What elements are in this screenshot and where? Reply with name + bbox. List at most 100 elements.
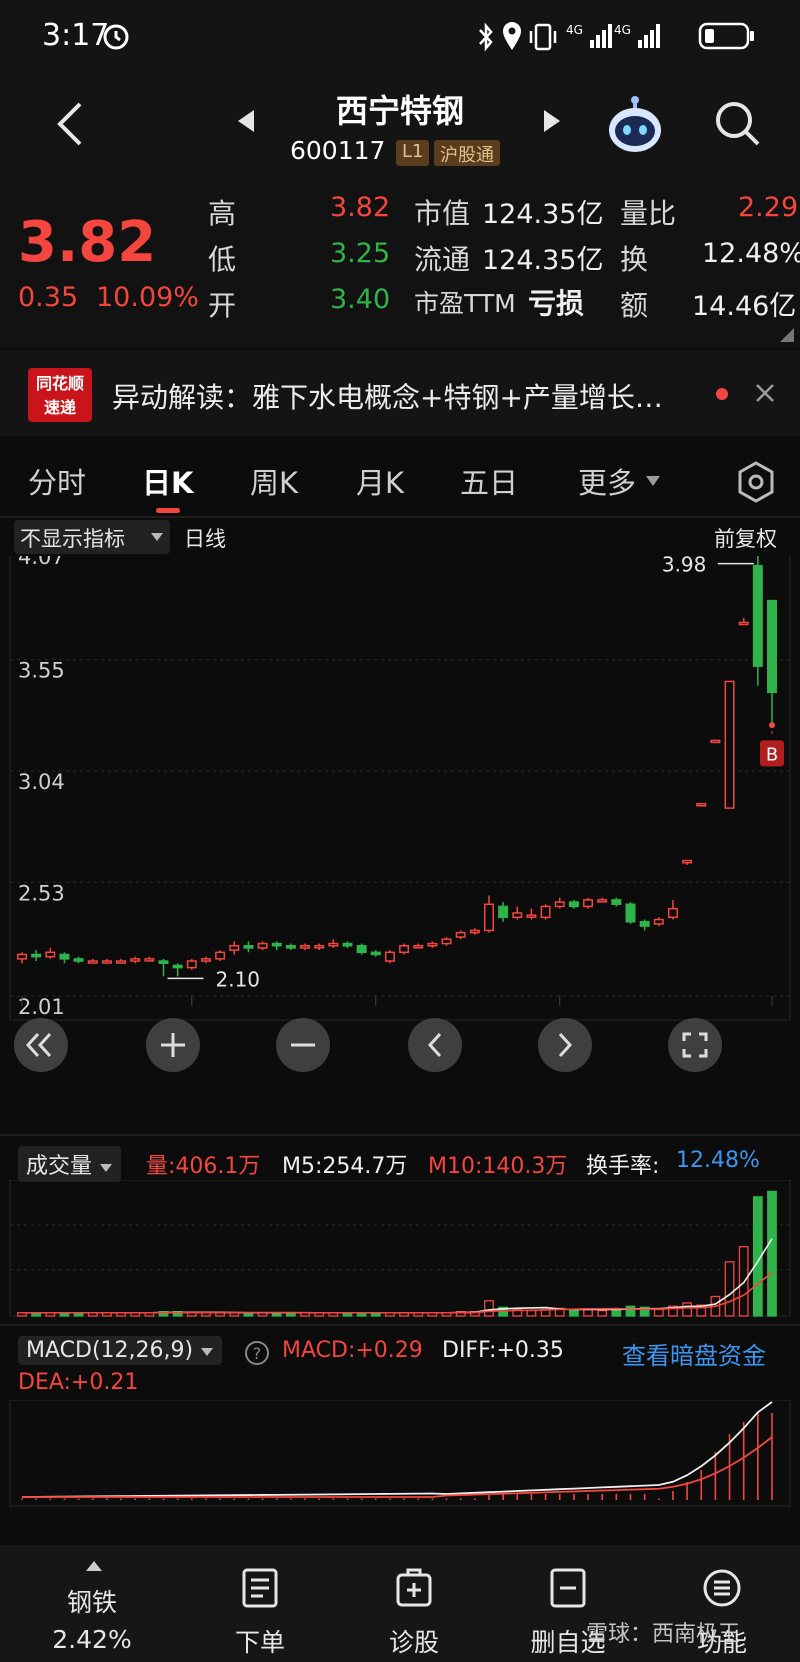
zoom-in-button[interactable] — [146, 1018, 200, 1072]
indicator-select-label: 不显示指标 — [20, 527, 125, 551]
adjust-label[interactable]: 前复权 — [714, 523, 777, 553]
buy-dot — [769, 722, 775, 729]
candle-body — [158, 960, 169, 964]
amount-value: 14.46亿 — [692, 291, 797, 322]
y-tick-label: 3.55 — [18, 659, 65, 683]
candle-body — [540, 905, 551, 919]
open-label: 开 — [208, 289, 237, 322]
news-text[interactable]: 异动解读：雅下水电概念+特钢+产量增长… — [112, 376, 712, 416]
candle-body — [710, 739, 721, 744]
volume-bar — [484, 1300, 494, 1317]
candle-body — [243, 945, 254, 949]
price-change: 0.35 — [18, 282, 79, 313]
news-banner[interactable]: 同花顺 速递 异动解读：雅下水电概念+特钢+产量增长… — [0, 350, 800, 436]
candle-body — [73, 958, 84, 962]
candle-body — [413, 945, 424, 949]
dark-pool-link[interactable]: 查看暗盘资金 — [622, 1336, 766, 1371]
nav-order[interactable]: 下单 — [180, 1547, 340, 1662]
nav-order-label: 下单 — [234, 1628, 285, 1657]
pe-value: 亏损 — [528, 287, 585, 320]
fullscreen-button[interactable] — [668, 1018, 722, 1072]
price-change-pct: 10.09% — [96, 282, 199, 313]
tab-more[interactable]: 更多 — [578, 460, 636, 502]
period-label: 日线 — [184, 527, 226, 551]
search-icon[interactable] — [712, 98, 764, 150]
tab-five-day[interactable]: 五日 — [460, 460, 518, 502]
candle-body — [300, 945, 311, 949]
stock-name: 西宁特钢 — [335, 92, 464, 130]
stock-code: 600117 — [290, 136, 386, 165]
chevron-down-icon — [201, 1348, 214, 1356]
news-logo: 同花顺 速递 — [28, 368, 92, 422]
chevron-down-icon — [646, 476, 660, 486]
tab-intraday[interactable]: 分时 — [28, 460, 86, 502]
candle-body — [45, 951, 56, 958]
volume-bar — [597, 1309, 608, 1317]
close-icon[interactable] — [754, 382, 776, 404]
tab-daily-k[interactable]: 日K — [142, 460, 193, 502]
volume-select-label: 成交量 — [26, 1154, 93, 1179]
settings-icon[interactable] — [734, 460, 778, 504]
diff-value: DIFF:+0.35 — [442, 1338, 564, 1363]
volume-bar — [767, 1190, 777, 1317]
volume-bar — [625, 1305, 636, 1317]
x-tick-label: 07-10 — [529, 1075, 590, 1076]
help-icon[interactable]: ? — [244, 1340, 270, 1366]
low-label: 低 — [208, 243, 237, 276]
unread-dot — [716, 388, 728, 400]
y-tick-label: 2.01 — [18, 995, 65, 1019]
diff-line — [21, 1401, 773, 1498]
mktcap-label: 市值 — [414, 197, 471, 230]
zoom-out-button[interactable] — [276, 1018, 330, 1072]
vol-ratio-label: 量比 — [620, 197, 677, 230]
scroll-left-far-button[interactable] — [14, 1018, 68, 1072]
level-tag: L1 — [396, 140, 430, 166]
candle-body — [554, 901, 565, 908]
macd-indicator-select[interactable]: MACD(12,26,9) — [18, 1336, 223, 1365]
candle-body — [639, 920, 650, 927]
candle-body — [653, 918, 664, 925]
buy-marker-label: B — [766, 744, 778, 765]
tab-monthly-k[interactable]: 月K — [356, 460, 404, 502]
remove-watchlist-icon — [550, 1568, 586, 1608]
watermark: 雪球：西南极王 — [586, 1622, 741, 1647]
macd-chart — [9, 1400, 791, 1507]
sector-pct: 2.42% — [52, 1625, 132, 1654]
location-icon — [503, 22, 521, 50]
candle-body — [498, 905, 509, 919]
max-price-label: 3.98 — [662, 556, 707, 577]
scroll-right-button[interactable] — [538, 1018, 592, 1072]
scroll-left-button[interactable] — [408, 1018, 462, 1072]
divider — [0, 1134, 800, 1136]
turnover-rate-value: 12.48% — [676, 1148, 760, 1173]
m10-line — [22, 1271, 773, 1314]
expand-corner-icon[interactable] — [778, 326, 796, 344]
candle-body — [31, 953, 42, 958]
candle-body — [696, 803, 707, 807]
sector-button[interactable]: 钢铁 2.42% — [12, 1547, 172, 1662]
m5-value: M5:254.7万 — [282, 1154, 408, 1179]
signal-label-2: 4G — [614, 23, 631, 37]
candle-body — [597, 899, 608, 903]
diagnose-icon — [396, 1568, 432, 1607]
next-stock-icon[interactable] — [542, 108, 562, 134]
macd-value: MACD:+0.29 — [282, 1338, 423, 1363]
candle-body — [724, 680, 735, 809]
candle-body — [229, 945, 240, 951]
candle-body — [342, 942, 353, 947]
volume-indicator-select[interactable]: 成交量 — [18, 1146, 122, 1182]
order-icon — [242, 1568, 278, 1608]
battery-icon — [698, 22, 754, 50]
amount-label: 额 — [620, 289, 649, 322]
tab-weekly-k[interactable]: 周K — [250, 460, 298, 502]
candle-body — [130, 958, 141, 962]
news-logo-top: 同花顺 — [35, 374, 84, 393]
candlestick-chart[interactable]: 4.07 3.55 3.04 2.53 2.01 3.98 2.10 B 2025-05-16 0… — [0, 556, 800, 1076]
y-tick-label: 2.53 — [18, 881, 65, 905]
turnover-value: 12.48% — [702, 238, 800, 269]
robot-assistant-icon[interactable] — [604, 94, 666, 156]
nav-diagnose[interactable]: 诊股 — [334, 1547, 494, 1662]
news-logo-bottom: 速递 — [43, 398, 76, 417]
candle-body — [427, 942, 438, 947]
indicator-select[interactable]: 不显示指标 — [14, 520, 170, 554]
